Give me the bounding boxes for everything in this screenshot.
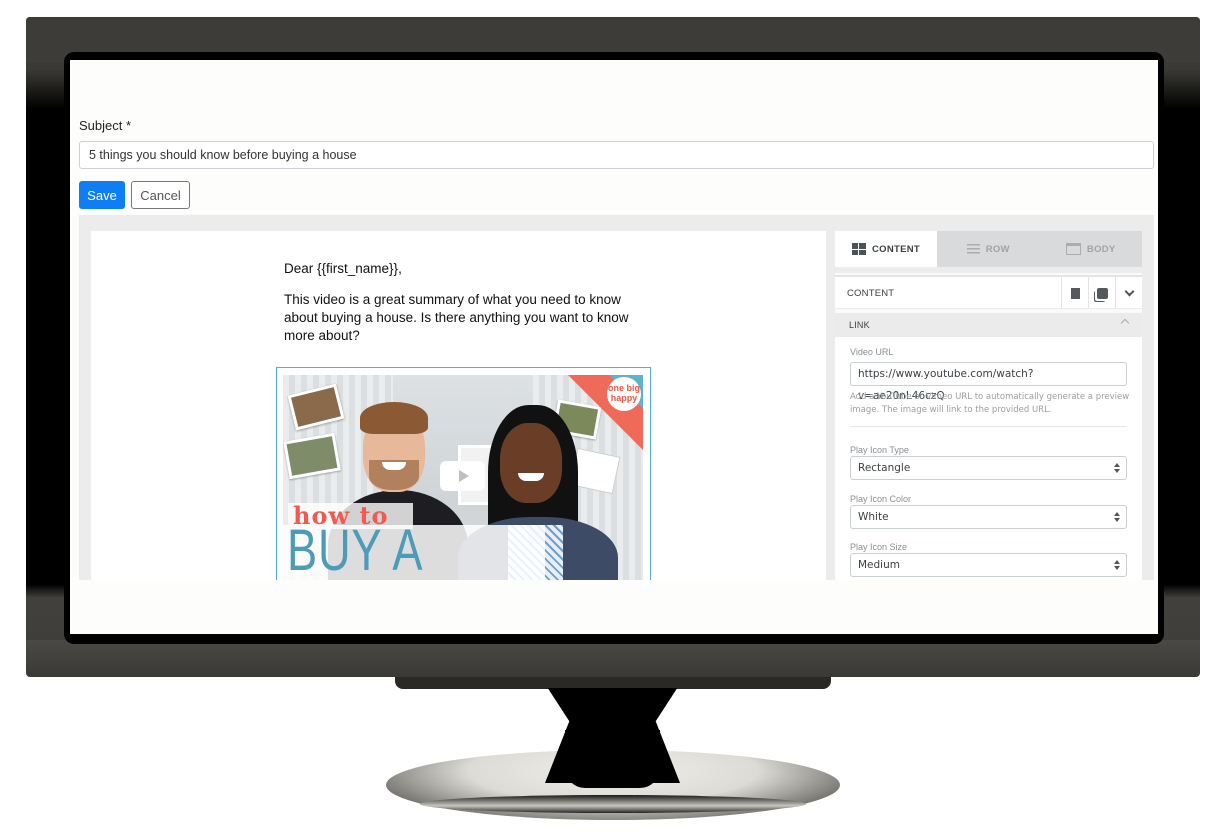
panel-tabs: CONTENT ROW BODY	[835, 231, 1142, 267]
video-url-label: Video URL	[850, 347, 894, 357]
select-value: White	[858, 511, 889, 523]
content-header: CONTENT	[835, 275, 1142, 309]
play-icon-color-label: Play Icon Color	[850, 494, 912, 504]
tab-row[interactable]: ROW	[937, 231, 1040, 267]
save-button[interactable]: Save	[79, 181, 125, 209]
overlay-buy-a-house: BUY A HOUSE	[287, 518, 451, 584]
email-canvas: Dear {{first_name}}, This video is a gre…	[91, 231, 847, 634]
tab-content[interactable]: CONTENT	[835, 231, 937, 267]
video-block[interactable]: one big happy how to BUY A HOUSE ✥	[276, 367, 847, 634]
cancel-button[interactable]: Cancel	[131, 181, 190, 209]
select-arrows-icon	[1114, 512, 1120, 522]
rows-icon	[966, 244, 980, 254]
select-arrows-icon	[1114, 463, 1120, 473]
divider	[850, 426, 1127, 427]
email-editor: Dear {{first_name}}, This video is a gre…	[79, 215, 1154, 634]
monitor-stand-joint	[395, 677, 831, 689]
body-icon	[1065, 243, 1081, 255]
screen-bottom-margin	[70, 580, 1158, 634]
select-value: Rectangle	[858, 462, 911, 474]
play-icon-type-select[interactable]: Rectangle	[850, 456, 1127, 480]
monitor-stand-neck-lower	[565, 730, 660, 788]
tab-body[interactable]: BODY	[1040, 231, 1143, 267]
subject-input[interactable]: 5 things you should know before buying a…	[79, 141, 1154, 169]
email-greeting[interactable]: Dear {{first_name}},	[284, 261, 402, 276]
content-title: CONTENT	[847, 288, 895, 299]
panel-body: CONTENT LINK Video URL https://www.youtu…	[835, 273, 1142, 591]
tab-label: ROW	[985, 243, 1010, 255]
chevron-up-icon[interactable]	[1120, 318, 1130, 328]
screen: Subject * 5 things you should know befor…	[70, 60, 1158, 634]
play-icon[interactable]	[440, 461, 485, 491]
grid-icon	[851, 243, 866, 255]
monitor-chin	[26, 640, 1200, 677]
play-icon-type-label: Play Icon Type	[850, 445, 909, 455]
brand-logo: one big happy	[607, 377, 641, 411]
subject-label: Subject *	[79, 118, 132, 133]
link-section-title: LINK	[849, 320, 870, 330]
video-url-input[interactable]: https://www.youtube.com/watch?v=ae20nL46…	[850, 362, 1127, 402]
video-thumbnail[interactable]: one big happy how to BUY A HOUSE	[283, 375, 643, 583]
select-value: Medium	[858, 559, 900, 571]
play-icon-color-select[interactable]: White	[850, 505, 1127, 529]
link-section-body: Video URL https://www.youtube.com/watch?…	[835, 337, 1142, 591]
monitor-stand-rim	[420, 795, 806, 813]
properties-panel: CONTENT ROW BODY CONTENT LINK Video URL …	[835, 231, 1142, 591]
play-icon-size-select[interactable]: Medium	[850, 553, 1127, 577]
play-icon-size-label: Play Icon Size	[850, 542, 908, 552]
monitor-mockup: Subject * 5 things you should know befor…	[0, 0, 1226, 838]
duplicate-button[interactable]	[1088, 277, 1115, 309]
email-body-text[interactable]: This video is a great summary of what yo…	[284, 291, 639, 345]
delete-button[interactable]	[1061, 277, 1088, 309]
video-url-help: Add a YouTube or Vimeo URL to automatica…	[850, 392, 1130, 415]
tab-label: CONTENT	[871, 243, 920, 255]
select-arrows-icon	[1114, 560, 1120, 570]
trash-icon	[1070, 287, 1080, 299]
link-section-header[interactable]: LINK	[835, 313, 1142, 337]
collapse-button[interactable]	[1115, 277, 1142, 309]
chevron-down-icon	[1124, 286, 1134, 296]
duplicate-icon	[1096, 287, 1108, 299]
tab-label: BODY	[1086, 243, 1116, 255]
